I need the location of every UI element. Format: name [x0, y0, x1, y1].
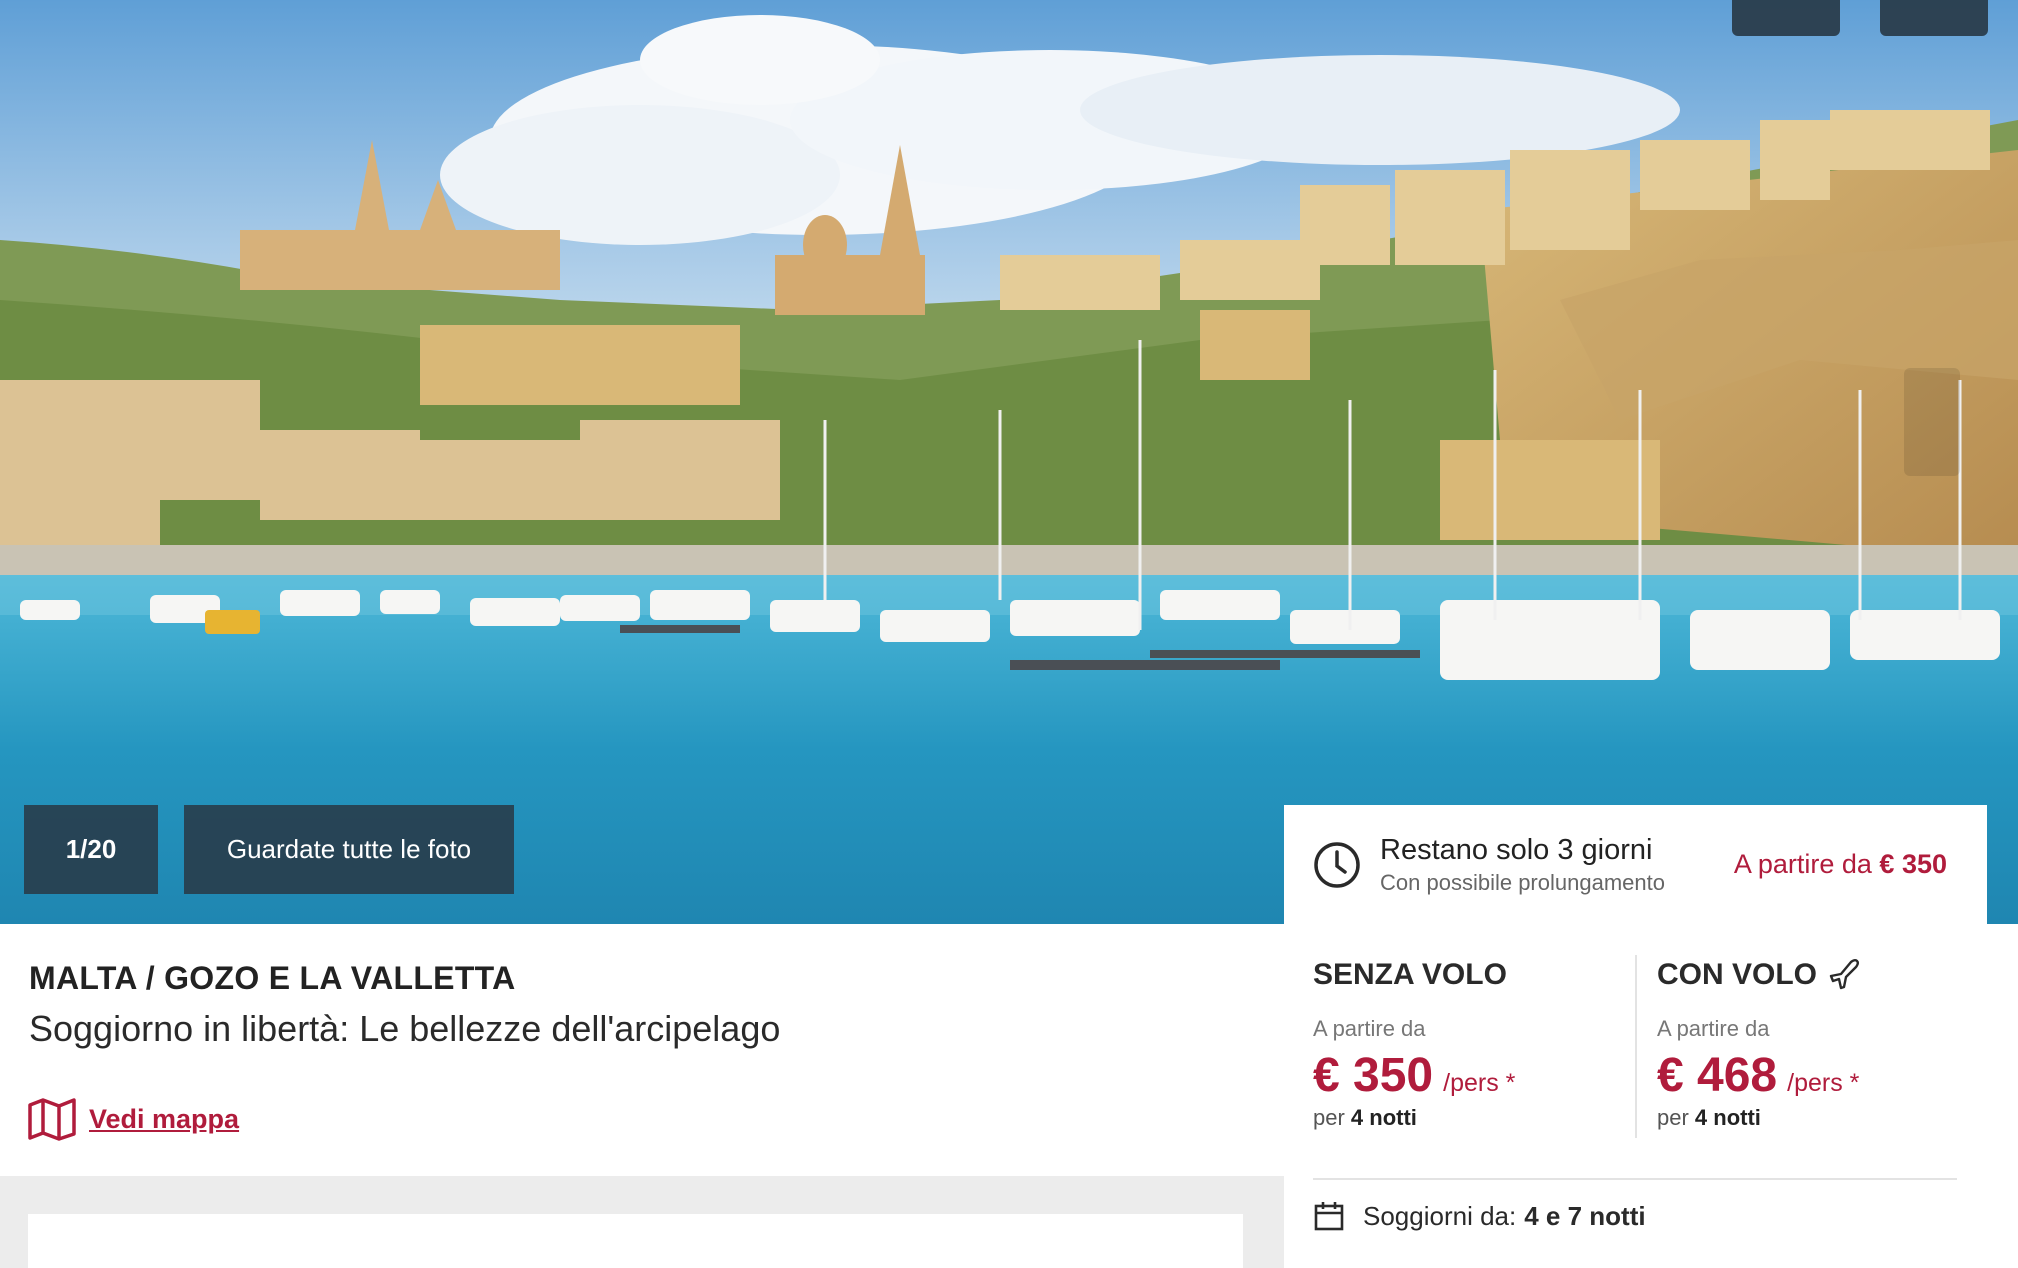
- option-title-text: CON VOLO: [1657, 958, 1818, 991]
- deadline-price-prefix: A partire da: [1733, 849, 1880, 879]
- content-card: [28, 1214, 1243, 1268]
- destination-title: MALTA / GOZO E LA VALLETTA: [29, 960, 516, 996]
- option-nights-value: 4 notti: [1694, 1105, 1761, 1130]
- column-divider: [1635, 955, 1637, 1138]
- option-nights-prefix: per: [1657, 1105, 1695, 1130]
- option-without-flight[interactable]: SENZA VOLO A partire da € 350 /pers * pe…: [1313, 958, 1515, 1131]
- product-subtitle: Soggiorno in libertà: Le bellezze dell'a…: [29, 1008, 781, 1049]
- option-price: € 468 /pers *: [1657, 1048, 1863, 1103]
- option-title-text: SENZA VOLO: [1313, 958, 1507, 991]
- stays-value: 4 e 7 notti: [1524, 1200, 1646, 1231]
- option-title: CON VOLO: [1657, 958, 1863, 992]
- all-photos-button[interactable]: Guardate tutte le foto: [184, 805, 514, 894]
- deadline-box: Restano solo 3 giorni Con possibile prol…: [1284, 805, 1987, 924]
- map-link-label[interactable]: Vedi mappa: [89, 1104, 239, 1135]
- calendar-icon: [1314, 1202, 1344, 1231]
- option-price-amount: € 350: [1313, 1049, 1434, 1102]
- heart-button[interactable]: [1880, 0, 1988, 36]
- photo-counter[interactable]: 1/20: [24, 805, 158, 894]
- option-from-label: A partire da: [1657, 1016, 1770, 1041]
- deadline-price-value: € 350: [1879, 849, 1947, 879]
- grid-icon-button[interactable]: [1732, 0, 1840, 36]
- stays-label: Soggiorni da:: [1363, 1200, 1517, 1231]
- option-nights: per 4 notti: [1313, 1105, 1515, 1131]
- option-with-flight[interactable]: CON VOLO A partire da € 468 /pers * per …: [1657, 958, 1863, 1131]
- deadline-title: Restano solo 3 giorni: [1380, 833, 1653, 866]
- stays-divider: [1313, 1178, 1957, 1180]
- option-price-unit: /pers *: [1443, 1069, 1516, 1097]
- option-price-amount: € 468: [1657, 1049, 1778, 1102]
- map-link[interactable]: Vedi mappa: [27, 1097, 239, 1141]
- map-icon: [28, 1098, 76, 1141]
- plane-icon: [1829, 959, 1860, 990]
- option-title: SENZA VOLO: [1313, 958, 1515, 992]
- option-nights: per 4 notti: [1657, 1105, 1863, 1131]
- option-price: € 350 /pers *: [1313, 1048, 1515, 1103]
- option-price-unit: /pers *: [1787, 1069, 1860, 1097]
- clock-icon: [1314, 841, 1360, 888]
- hero-image: 1/20 Guardate tutte le foto: [0, 0, 2018, 924]
- deadline-price: A partire da € 350: [1734, 849, 1947, 880]
- option-nights-prefix: per: [1313, 1105, 1351, 1130]
- harbor-photo: [0, 0, 2018, 924]
- option-nights-value: 4 notti: [1350, 1105, 1417, 1130]
- deadline-text: Restano solo 3 giorni Con possibile prol…: [1380, 832, 1734, 898]
- deadline-subtitle: Con possibile prolungamento: [1380, 869, 1665, 895]
- next-photo-button[interactable]: [1904, 368, 1960, 476]
- stays-info: Soggiorni da: 4 e 7 notti: [1313, 1200, 1646, 1232]
- option-from-label: A partire da: [1313, 1016, 1426, 1041]
